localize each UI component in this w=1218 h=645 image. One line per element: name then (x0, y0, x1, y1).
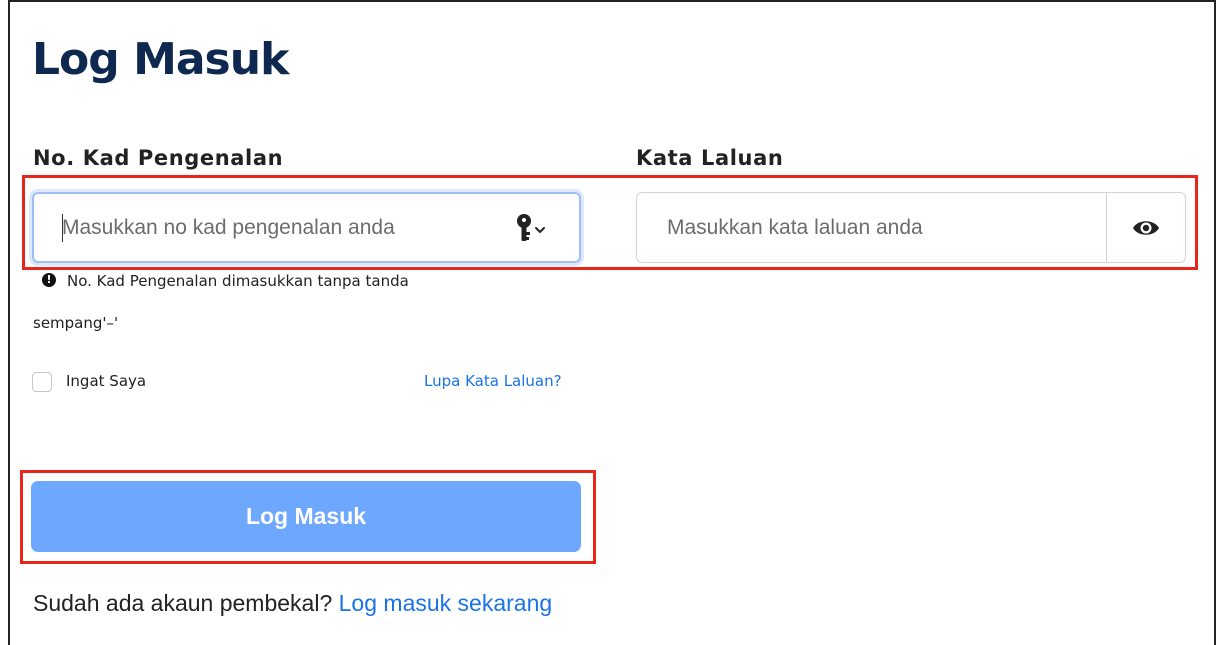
supplier-login-prompt: Sudah ada akaun pembekal? Log masuk seka… (33, 590, 552, 617)
ic-hint: ! No. Kad Pengenalan dimasukkan tanpa tan… (42, 272, 409, 290)
ic-hint-text: No. Kad Pengenalan dimasukkan tanpa tand… (67, 272, 409, 290)
text-cursor (62, 214, 63, 242)
ic-input[interactable] (62, 214, 502, 242)
page-title: Log Masuk (32, 34, 289, 85)
ic-field (32, 192, 581, 263)
ic-label: No. Kad Pengenalan (33, 146, 284, 170)
exclamation-icon: ! (42, 272, 56, 287)
remember-me-label[interactable]: Ingat Saya (66, 372, 146, 390)
remember-me-checkbox[interactable] (32, 372, 52, 392)
password-input[interactable] (667, 214, 1097, 242)
supplier-prompt-text: Sudah ada akaun pembekal? (33, 590, 333, 616)
forgot-password-link[interactable]: Lupa Kata Laluan? (424, 372, 562, 390)
login-button[interactable]: Log Masuk (31, 481, 581, 552)
ic-hint-continued: sempang'–' (33, 314, 119, 332)
key-icon[interactable] (512, 212, 554, 244)
eye-icon[interactable] (1106, 193, 1185, 262)
supplier-login-link[interactable]: Log masuk sekarang (339, 590, 553, 616)
password-field (636, 192, 1186, 263)
password-label: Kata Laluan (636, 146, 784, 170)
